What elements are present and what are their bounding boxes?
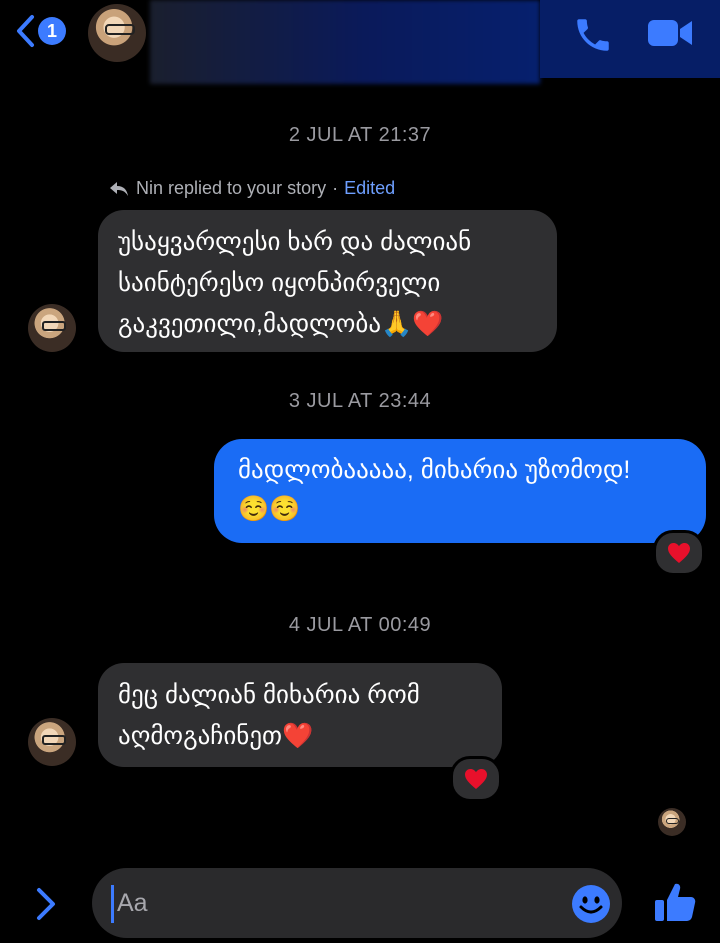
message-line: გაკვეთილი,მადლობა🙏❤️ xyxy=(118,310,444,338)
reaction-badge[interactable] xyxy=(450,756,502,802)
edited-label: Edited xyxy=(344,178,396,198)
message-line: აღმოგაჩინეთ❤️ xyxy=(118,722,314,750)
message-input-placeholder: Aa xyxy=(117,889,148,917)
reply-arrow-icon xyxy=(110,181,128,196)
sender-avatar[interactable] xyxy=(28,718,76,766)
back-button[interactable]: 1 xyxy=(14,14,66,48)
expand-chevron-icon xyxy=(37,888,55,920)
sender-avatar[interactable] xyxy=(28,304,76,352)
reply-note-text: Nin replied to your story xyxy=(136,178,327,198)
timestamp: 4 JUL AT 00:49 xyxy=(288,614,432,636)
call-button[interactable] xyxy=(572,14,614,61)
seen-avatar xyxy=(658,808,686,836)
message-input[interactable] xyxy=(92,868,622,938)
timestamp: 2 JUL AT 21:37 xyxy=(288,124,432,146)
incoming-message[interactable]: უსაყვარლესი ხარ და ძალიან საინტერესო იყო… xyxy=(98,210,557,352)
video-camera-icon xyxy=(648,20,692,46)
heart-icon xyxy=(465,769,487,789)
incoming-message[interactable]: მეც ძალიან მიხარია რომ აღმოგაჩინეთ❤️ xyxy=(98,663,502,767)
timestamp: 3 JUL AT 23:44 xyxy=(288,390,432,412)
outgoing-message[interactable]: მადლობააააა, მიხარია უზომოდ! ☺️☺️ xyxy=(214,439,706,543)
story-reply-note: Nin replied to your story · Edited xyxy=(108,178,395,199)
text-caret xyxy=(111,885,114,923)
heart-icon xyxy=(668,543,690,563)
emoji-button[interactable] xyxy=(571,884,611,929)
back-chevron-icon xyxy=(17,15,34,47)
thumbs-up-icon xyxy=(655,883,696,921)
message-line: უსაყვარლესი ხარ და ძალიან xyxy=(118,228,472,256)
like-button[interactable] xyxy=(653,880,697,929)
contact-avatar[interactable] xyxy=(88,4,146,62)
message-line: მადლობააააა, მიხარია უზომოდ! xyxy=(238,456,631,484)
emoji-icon xyxy=(572,885,610,923)
message-line: საინტერესო იყონპირველი xyxy=(118,269,441,297)
message-line: ☺️☺️ xyxy=(238,495,301,523)
video-call-button[interactable] xyxy=(646,16,694,55)
reply-note-separator: · xyxy=(332,178,339,198)
phone-icon xyxy=(577,19,609,51)
reaction-badge[interactable] xyxy=(653,530,705,576)
message-line: მეც ძალიან მიხარია რომ xyxy=(118,681,420,709)
unread-badge: 1 xyxy=(38,17,66,45)
expand-button[interactable] xyxy=(34,886,58,927)
blurred-contact-name xyxy=(150,0,540,84)
